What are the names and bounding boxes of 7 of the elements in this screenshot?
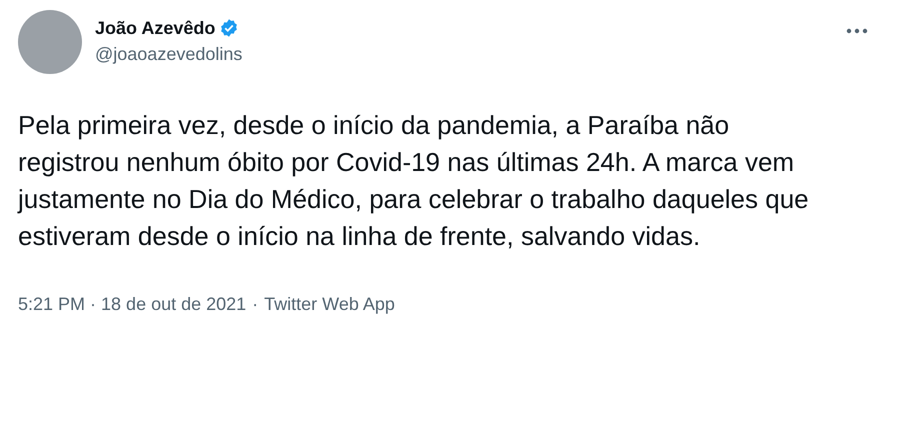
separator-dot: · — [252, 293, 258, 316]
more-options-icon[interactable] — [846, 28, 868, 34]
tweet-text: Pela primeira vez, desde o início da pandemia, a Paraíba não registrou nenhum óbito por Covid-19 nas últimas 24h. A marca vem justamente no Dia do Médico, para celebrar o trabalho daqueles que estiveram desde o início na linha de frente, salvando vidas. — [18, 109, 810, 253]
tweet-timestamp[interactable]: 5:21 PM · 18 de out de 2021 — [18, 291, 246, 318]
author-name[interactable]: João Azevêdo — [95, 16, 216, 40]
author-handle[interactable]: @joaoazevedolins — [95, 42, 242, 66]
tweet-source-link[interactable]: Twitter Web App — [264, 291, 395, 318]
